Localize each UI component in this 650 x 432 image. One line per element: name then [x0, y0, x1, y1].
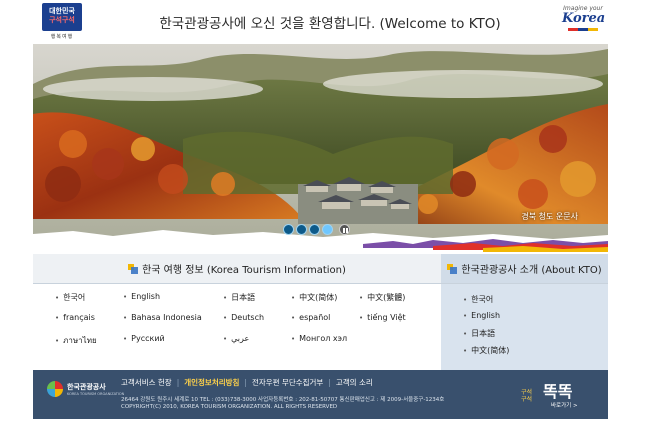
lang-link-chinese-simplified[interactable]: 中文(简体) — [291, 292, 359, 313]
footer-logo-name: 한국관광공사 — [67, 383, 106, 391]
hero-caption: 경북 청도 운문사 — [521, 212, 578, 221]
lang-link-korean[interactable]: 한국어 — [55, 292, 123, 313]
separator: | — [244, 378, 247, 387]
lang-link-spanish[interactable]: español — [291, 313, 359, 334]
footer-logo-english: KOREA TOURISM ORGANIZATION — [67, 392, 125, 396]
separator: | — [176, 378, 180, 387]
about-link-japanese[interactable]: 日本語 — [463, 328, 509, 345]
badge-shortcut-link[interactable]: 바로가기 > — [551, 401, 578, 409]
lang-link-russian[interactable]: Русский — [123, 334, 223, 355]
footer-address: 26464 강원도 원주시 세계로 10 TEL : (033)738-3000… — [121, 397, 445, 403]
slide-dot-4[interactable] — [322, 224, 333, 235]
about-kto-panel: 한국관광공사 소개 (About KTO) 한국어 English 日本語 中文… — [441, 254, 608, 370]
footer-link-privacy-policy[interactable]: 개인정보처리방침 — [184, 378, 239, 387]
lang-link-french[interactable]: français — [55, 313, 123, 334]
badge-title: 똑똑 — [543, 382, 573, 401]
kto-logo-icon — [47, 381, 63, 397]
about-link-english[interactable]: English — [463, 311, 509, 328]
language-row: ภาษาไทย Русский عربي Монгол хэл — [55, 334, 435, 355]
slide-dot-2[interactable] — [296, 224, 307, 235]
language-row: français Bahasa Indonesia Deutsch españo… — [55, 313, 435, 334]
lang-link-thai[interactable]: ภาษาไทย — [55, 334, 123, 355]
logo-color-bar — [568, 28, 598, 31]
slide-dot-1[interactable] — [283, 224, 294, 235]
footer-link-customer-voice[interactable]: 고객의 소리 — [336, 378, 373, 387]
lang-link-chinese-traditional[interactable]: 中文(繁體) — [359, 292, 427, 313]
tourism-info-panel: 한국 여행 정보 (Korea Tourism Information) 한국어… — [33, 254, 441, 370]
about-kto-title: 한국관광공사 소개 (About KTO) — [461, 265, 602, 276]
tourism-info-header: 한국 여행 정보 (Korea Tourism Information) — [33, 254, 441, 284]
hero-banner: 경북 청도 운문사 — [33, 44, 608, 254]
tourism-info-title: 한국 여행 정보 (Korea Tourism Information) — [142, 265, 346, 276]
logo-line2: 구석구석 — [49, 16, 75, 24]
lang-link-mongolian[interactable]: Монгол хэл — [291, 334, 359, 355]
lang-link-german[interactable]: Deutsch — [223, 313, 291, 334]
footer-links: 고객서비스 헌장 | 개인정보처리방침 | 전자우편 무단수집거부 | 고객의 소리 — [121, 377, 373, 388]
korea-travel-logo[interactable]: 대한민국 구석구석 행복여행 — [40, 3, 84, 40]
lang-link-english[interactable]: English — [123, 292, 223, 313]
pause-button[interactable] — [339, 224, 350, 235]
logo-line1: 대한민국 — [49, 7, 75, 15]
lang-link-vietnamese[interactable]: tiếng Việt — [359, 313, 427, 334]
logo-subtitle: 행복여행 — [50, 34, 74, 40]
about-link-korean[interactable]: 한국어 — [463, 294, 509, 311]
lang-link-japanese[interactable]: 日本語 — [223, 292, 291, 313]
kto-footer-logo: 한국관광공사 KOREA TOURISM ORGANIZATION — [47, 379, 124, 407]
logo-mark: 대한민국 구석구석 — [42, 3, 82, 31]
tourism-language-list: 한국어 English 日本語 中文(简体) 中文(繁體) français B… — [55, 292, 435, 355]
badge-small-line1: 구석 — [521, 389, 533, 396]
lang-link-arabic[interactable]: عربي — [223, 334, 291, 355]
header: 대한민국 구석구석 행복여행 한국관광공사에 오신 것을 환영합니다. (Wel… — [0, 0, 650, 44]
about-link-chinese[interactable]: 中文(简体) — [463, 345, 509, 362]
footer-link-service-charter[interactable]: 고객서비스 헌장 — [121, 378, 172, 387]
separator: | — [328, 378, 331, 387]
footer: 한국관광공사 KOREA TOURISM ORGANIZATION 고객서비스 … — [33, 370, 608, 419]
slider-controls — [283, 224, 350, 236]
about-language-list: 한국어 English 日本語 中文(简体) — [463, 294, 509, 362]
logo-brand: Korea — [562, 11, 606, 26]
imagine-your-korea-logo[interactable]: Imagine your Korea — [562, 5, 606, 37]
language-row: 한국어 English 日本語 中文(简体) 中文(繁體) — [55, 292, 435, 313]
badge-small-text: 구석 구석 — [521, 389, 532, 403]
about-kto-header: 한국관광공사 소개 (About KTO) — [441, 254, 608, 284]
footer-copyright: COPYRIGHT(C) 2010, KOREA TOURISM ORGANIZ… — [121, 404, 338, 410]
slide-dot-3[interactable] — [309, 224, 320, 235]
squares-icon — [447, 263, 458, 274]
lang-link-indonesian[interactable]: Bahasa Indonesia — [123, 313, 223, 334]
ttokttok-badge[interactable]: 구석 구석 똑똑 바로가기 > — [513, 375, 593, 415]
badge-small-line2: 구석 — [521, 396, 533, 403]
footer-link-email-refusal[interactable]: 전자우편 무단수집거부 — [252, 378, 323, 387]
page-title: 한국관광공사에 오신 것을 환영합니다. (Welcome to KTO) — [159, 16, 501, 32]
hero-landscape-image — [33, 44, 608, 254]
squares-icon — [128, 263, 139, 274]
